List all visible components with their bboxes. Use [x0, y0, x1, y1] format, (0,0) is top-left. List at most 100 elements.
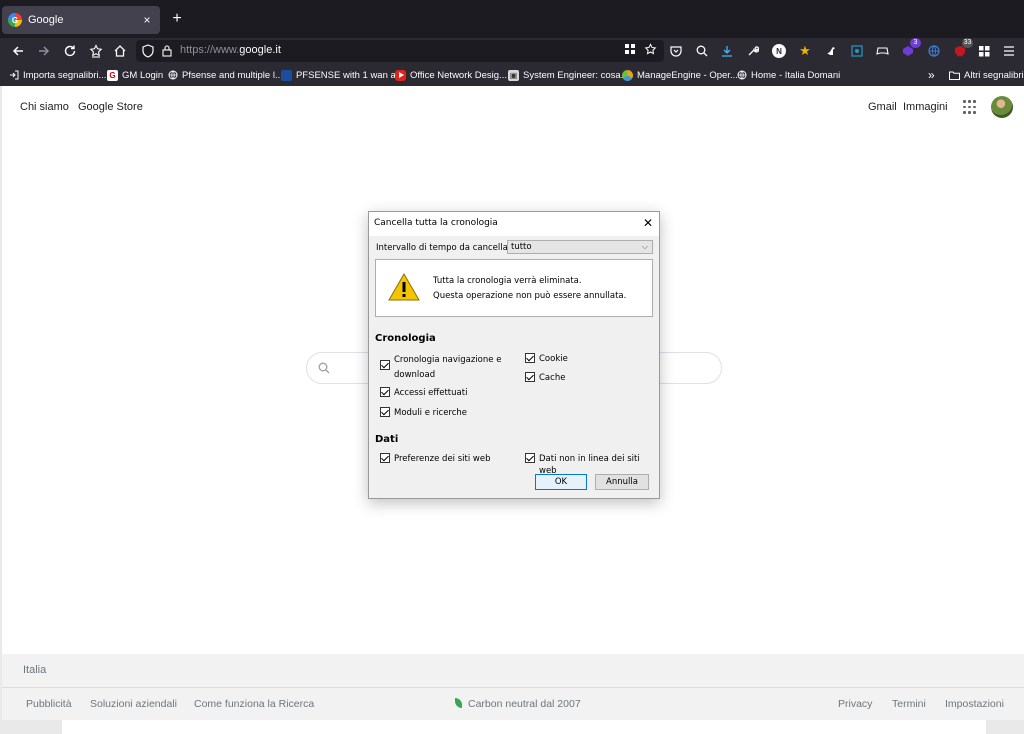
- tab-bar: G Google × +: [0, 0, 1024, 38]
- gmail-link[interactable]: Gmail: [868, 101, 897, 113]
- account-avatar[interactable]: [991, 96, 1013, 118]
- time-range-label: Intervallo di tempo da cancellare:: [376, 243, 520, 253]
- google-apps-grid-icon[interactable]: [963, 100, 976, 114]
- below-page-strip: [62, 720, 986, 734]
- tab-google[interactable]: G Google ×: [2, 6, 160, 34]
- star-extension-icon[interactable]: ★: [796, 42, 814, 60]
- checkbox-checked-icon: [380, 360, 390, 370]
- time-range-value: tutto: [511, 242, 532, 252]
- cancel-button[interactable]: Annulla: [595, 474, 649, 490]
- footer-terms-link[interactable]: Termini: [892, 698, 926, 710]
- controller-extension-icon[interactable]: [873, 42, 891, 60]
- footer-carbon-neutral-link[interactable]: Carbon neutral dal 2007: [455, 698, 581, 710]
- other-bookmarks-folder[interactable]: Altri segnalibri: [949, 68, 1024, 82]
- checkbox-forms-searches[interactable]: Moduli e ricerche: [380, 407, 467, 419]
- checkbox-site-preferences[interactable]: Preferenze dei siti web: [380, 453, 491, 465]
- reload-button[interactable]: [60, 41, 80, 61]
- bookmarks-toolbar: Importa segnalibri... G GM Login Pfsense…: [0, 64, 1024, 86]
- url-text[interactable]: https://www.google.it: [180, 44, 281, 56]
- bookmark-item[interactable]: PFSENSE with 1 wan a...: [281, 68, 404, 82]
- manageengine-favicon-icon: [622, 69, 633, 81]
- pocket-icon[interactable]: [667, 42, 685, 60]
- ublock-shield-icon[interactable]: 33: [951, 38, 973, 60]
- forward-button[interactable]: [34, 41, 54, 61]
- footer-business-link[interactable]: Soluzioni aziendali: [90, 698, 177, 710]
- history-section-heading: Cronologia: [375, 333, 436, 344]
- warning-triangle-icon: [388, 273, 420, 301]
- globe-icon: [167, 70, 178, 81]
- bookmark-item[interactable]: ManageEngine - Oper...: [622, 68, 738, 82]
- wrench-tools-icon[interactable]: [744, 42, 762, 60]
- bookmark-item[interactable]: Importa segnalibri...: [8, 68, 106, 82]
- new-tab-button[interactable]: +: [168, 10, 186, 28]
- time-range-select[interactable]: tutto ⌵: [507, 240, 653, 254]
- navigation-toolbar: https://www.google.it N ★ 3 33: [0, 38, 1024, 64]
- google-favicon-icon: G: [8, 13, 22, 27]
- n-extension-icon[interactable]: N: [772, 44, 786, 58]
- pfsense-favicon-icon: [281, 69, 292, 81]
- bookmark-item[interactable]: Office Network Desig...: [395, 68, 507, 82]
- footer-country-bar: Italia: [2, 654, 1024, 688]
- library-button[interactable]: [86, 41, 106, 61]
- gm-favicon-icon: G: [107, 69, 118, 81]
- bookmark-star-icon[interactable]: [642, 43, 658, 59]
- purple-extension-badge: 3: [910, 38, 921, 48]
- clear-history-dialog: Cancella tutta la cronologia ✕ Intervall…: [368, 211, 660, 499]
- download-icon[interactable]: [718, 42, 736, 60]
- globe-extension-icon[interactable]: [925, 42, 943, 60]
- search-icon[interactable]: [693, 42, 711, 60]
- home-button[interactable]: [110, 41, 130, 61]
- checkbox-active-logins[interactable]: Accessi effettuati: [380, 387, 467, 399]
- warning-box: Tutta la cronologia verrà eliminata. Que…: [375, 259, 653, 317]
- dialog-titlebar: Cancella tutta la cronologia ✕: [369, 212, 659, 236]
- leaf-icon: [455, 698, 462, 708]
- back-arrow-icon: [12, 46, 23, 56]
- scan-extension-icon[interactable]: [848, 42, 866, 60]
- checkbox-cookies[interactable]: Cookie: [525, 353, 568, 365]
- footer-how-search-works-link[interactable]: Come funziona la Ricerca: [194, 698, 314, 710]
- dialog-close-icon[interactable]: ✕: [643, 216, 653, 230]
- footer-settings-link[interactable]: Impostazioni: [945, 698, 1004, 710]
- checkbox-browsing-history[interactable]: Cronologia navigazione e download: [380, 353, 510, 383]
- bookmark-item[interactable]: Home - Italia Domani: [736, 68, 840, 82]
- footer-links-bar: Pubblicità Soluzioni aziendali Come funz…: [2, 688, 1024, 720]
- dialog-title: Cancella tutta la cronologia: [374, 218, 498, 228]
- footer-advertising-link[interactable]: Pubblicità: [26, 698, 72, 710]
- bookmark-item[interactable]: Pfsense and multiple l...: [167, 68, 283, 82]
- images-link[interactable]: Immagini: [903, 101, 948, 113]
- about-link[interactable]: Chi siamo: [20, 101, 69, 113]
- footer-country: Italia: [23, 664, 47, 676]
- back-button[interactable]: [8, 41, 28, 61]
- data-section-heading: Dati: [375, 434, 399, 445]
- ok-button[interactable]: OK: [535, 474, 587, 490]
- checkbox-checked-icon: [380, 453, 390, 463]
- lock-icon[interactable]: [162, 44, 172, 57]
- google-store-link[interactable]: Google Store: [78, 101, 143, 113]
- youtube-icon: [395, 69, 406, 81]
- import-icon: [8, 70, 19, 81]
- bookmarks-overflow-chevron-icon[interactable]: »: [928, 68, 935, 82]
- hamburger-menu-icon[interactable]: [1000, 42, 1018, 60]
- folder-icon: [949, 70, 960, 81]
- extensions-puzzle-icon[interactable]: [975, 42, 993, 60]
- tab-close-icon[interactable]: ×: [140, 13, 154, 27]
- bookmark-item[interactable]: ▣ System Engineer: cosa...: [508, 68, 629, 82]
- star-list-icon: [89, 44, 103, 58]
- warning-line-2: Questa operazione non può essere annulla…: [433, 291, 627, 301]
- checkbox-checked-icon: [380, 387, 390, 397]
- system-engineer-favicon-icon: ▣: [508, 69, 519, 81]
- purple-extension-icon[interactable]: 3: [899, 38, 921, 60]
- checkbox-cache[interactable]: Cache: [525, 372, 565, 384]
- home-icon: [114, 45, 126, 57]
- footer-privacy-link[interactable]: Privacy: [838, 698, 872, 710]
- checkbox-checked-icon: [525, 372, 535, 382]
- tracking-protection-shield-icon[interactable]: [142, 44, 154, 58]
- address-bar[interactable]: https://www.google.it: [136, 40, 664, 62]
- forward-arrow-icon: [39, 46, 50, 56]
- search-icon: [318, 362, 330, 374]
- bird-extension-icon[interactable]: [822, 42, 840, 60]
- globe-icon: [736, 70, 747, 81]
- bookmark-item[interactable]: G GM Login: [107, 68, 163, 82]
- grid-apps-icon[interactable]: [622, 43, 638, 59]
- checkbox-checked-icon: [525, 353, 535, 363]
